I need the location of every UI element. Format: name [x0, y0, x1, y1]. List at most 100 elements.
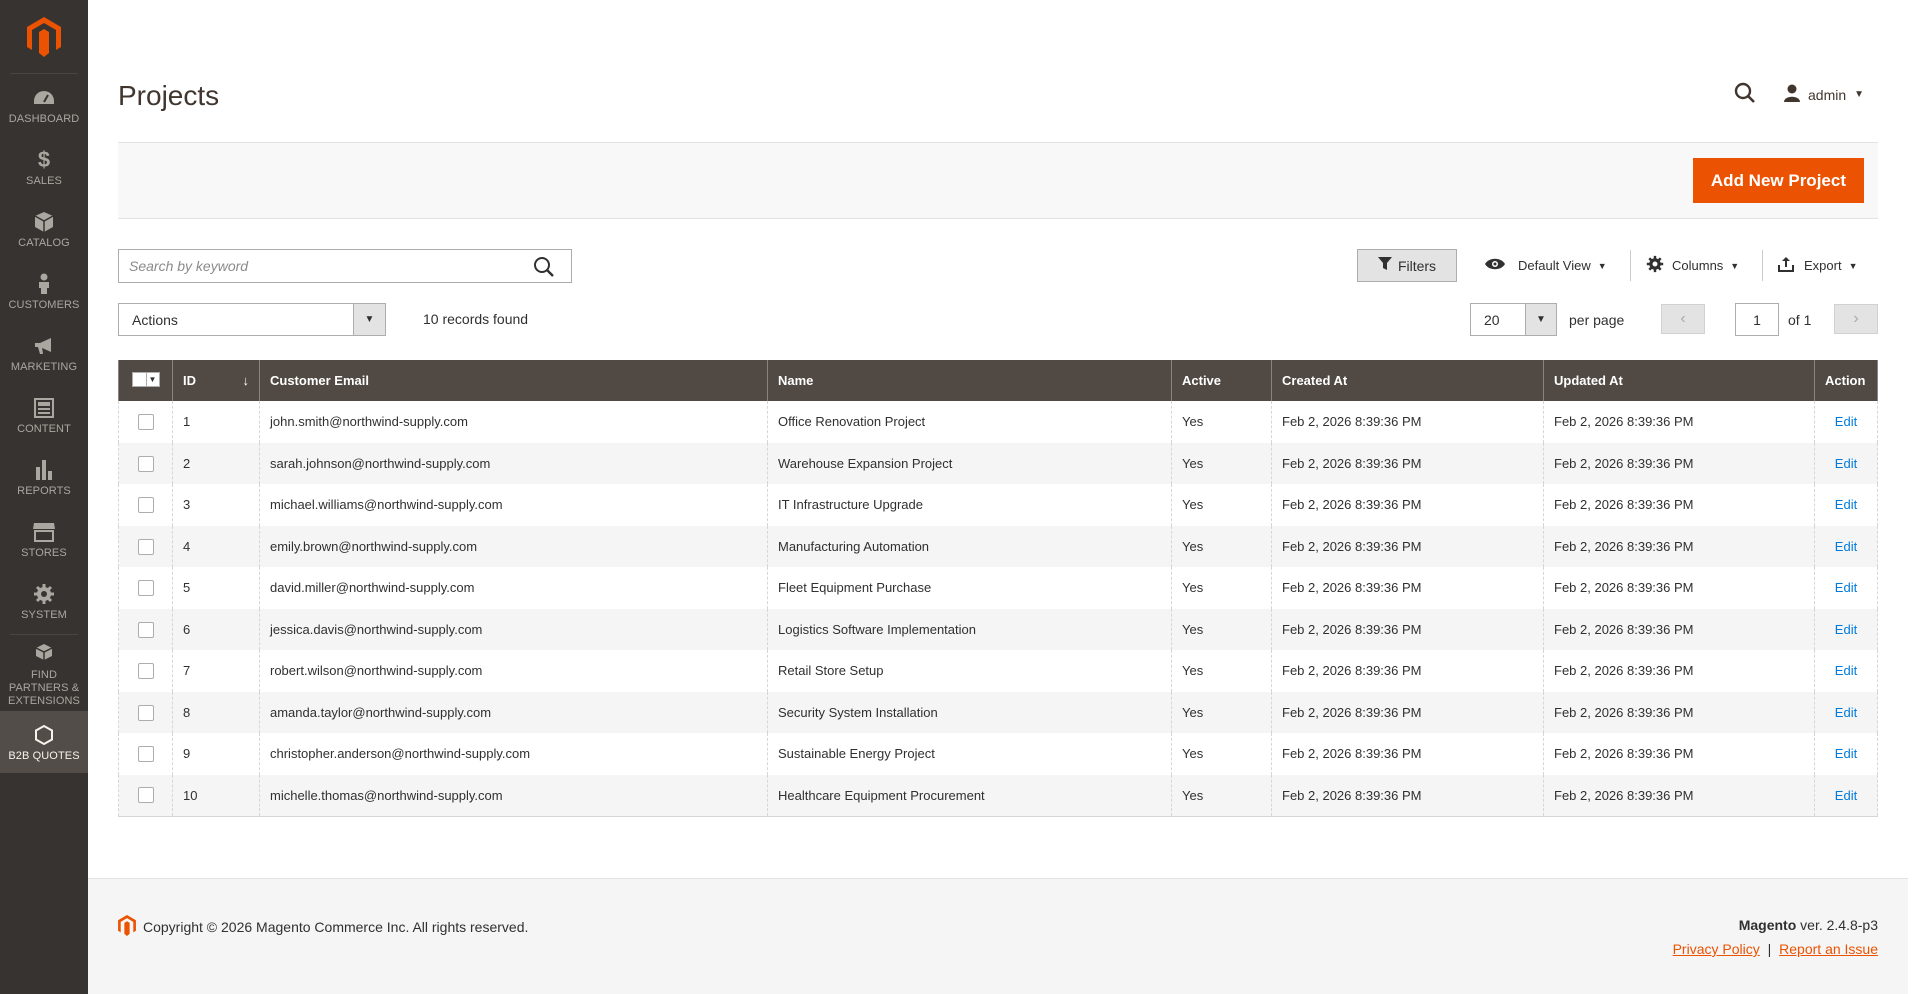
- dashboard-icon: [33, 85, 55, 111]
- cell-created-at: Feb 2, 2026 8:39:36 PM: [1271, 608, 1544, 650]
- cell-select: [118, 484, 173, 526]
- column-header-email[interactable]: Customer Email: [259, 360, 768, 401]
- row-checkbox[interactable]: [137, 704, 154, 721]
- column-header-created[interactable]: Created At: [1271, 360, 1544, 401]
- sidebar-item-label: B2B Quotes: [8, 749, 80, 762]
- column-header-name[interactable]: Name: [767, 360, 1172, 401]
- table-row[interactable]: 5 david.miller@northwind-supply.com Fleet …: [118, 567, 1878, 609]
- next-page-button[interactable]: ›: [1834, 304, 1878, 334]
- column-header-id[interactable]: ID ↓: [172, 360, 260, 401]
- keyword-search: [118, 249, 572, 283]
- eye-icon: [1484, 257, 1506, 274]
- columns-label: Columns: [1672, 258, 1724, 273]
- sidebar-item-reports[interactable]: Reports: [0, 446, 88, 508]
- export-dropdown[interactable]: Export ▼: [1778, 249, 1858, 282]
- previous-page-button[interactable]: ‹: [1661, 304, 1705, 334]
- table-row[interactable]: 6 jessica.davis@northwind-supply.com Logis…: [118, 608, 1878, 650]
- cell-id: 8: [172, 691, 260, 733]
- row-checkbox[interactable]: [137, 538, 154, 555]
- table-row[interactable]: 2 sarah.johnson@northwind-supply.com Wareh…: [118, 442, 1878, 484]
- cell-select: [118, 691, 173, 733]
- edit-link[interactable]: Edit: [1835, 456, 1857, 471]
- row-checkbox[interactable]: [137, 787, 154, 804]
- sidebar-item-customers[interactable]: Customers: [0, 260, 88, 322]
- row-checkbox[interactable]: [137, 414, 154, 431]
- cell-email: michael.williams@northwind-supply.com: [259, 484, 768, 526]
- cell-name: Healthcare Equipment Procurement: [767, 774, 1172, 817]
- row-checkbox[interactable]: [137, 497, 154, 514]
- sidebar-item-dashboard[interactable]: Dashboard: [0, 74, 88, 136]
- default-view-dropdown[interactable]: Default View ▼: [1484, 249, 1607, 282]
- row-checkbox[interactable]: [137, 621, 154, 638]
- content-icon: [34, 395, 54, 421]
- sidebar-item-content[interactable]: Content: [0, 384, 88, 446]
- cell-select: [118, 567, 173, 609]
- sidebar-item-sales[interactable]: $ Sales: [0, 136, 88, 198]
- admin-username: admin: [1808, 86, 1847, 103]
- sidebar-item-system[interactable]: System: [0, 570, 88, 632]
- gear-icon: [1646, 255, 1664, 276]
- privacy-policy-link[interactable]: Privacy Policy: [1673, 941, 1760, 957]
- cell-active: Yes: [1171, 484, 1272, 526]
- column-header-updated[interactable]: Updated At: [1543, 360, 1815, 401]
- search-input[interactable]: [119, 250, 519, 282]
- per-page-label: per page: [1569, 312, 1625, 328]
- table-row[interactable]: 10 michelle.thomas@northwind-supply.com He…: [118, 774, 1878, 817]
- table-row[interactable]: 4 emily.brown@northwind-supply.com Manufac…: [118, 525, 1878, 567]
- mass-select-header: ▼: [118, 360, 173, 401]
- current-page-input[interactable]: [1735, 303, 1779, 336]
- footer-links: Privacy Policy | Report an Issue: [1673, 941, 1878, 957]
- mass-select-dropdown[interactable]: ▼: [131, 372, 160, 387]
- cell-email: amanda.taylor@northwind-supply.com: [259, 691, 768, 733]
- column-header-active[interactable]: Active: [1171, 360, 1272, 401]
- sidebar-item-stores[interactable]: Stores: [0, 508, 88, 570]
- store-icon: [32, 519, 56, 545]
- cell-action: Edit: [1814, 442, 1878, 484]
- search-icon[interactable]: [533, 256, 555, 283]
- per-page-select[interactable]: 20 ▼: [1470, 303, 1557, 336]
- chevron-down-icon: ▼: [1730, 260, 1740, 271]
- mass-actions-select[interactable]: Actions ▼: [118, 303, 386, 336]
- sidebar-item-find-partners[interactable]: Find Partners & Extensions: [0, 637, 88, 711]
- grid-header-row: ▼ ID ↓ Customer Email Name Active Created…: [118, 360, 1878, 401]
- sidebar-item-marketing[interactable]: Marketing: [0, 322, 88, 384]
- edit-link[interactable]: Edit: [1835, 663, 1857, 678]
- cell-name: Security System Installation: [767, 691, 1172, 733]
- row-checkbox[interactable]: [137, 580, 154, 597]
- table-row[interactable]: 1 john.smith@northwind-supply.com Office R…: [118, 401, 1878, 443]
- cell-id: 1: [172, 401, 260, 443]
- admin-user-menu[interactable]: admin ▼: [1784, 84, 1864, 105]
- table-row[interactable]: 8 amanda.taylor@northwind-supply.com Secur…: [118, 691, 1878, 733]
- sidebar-item-catalog[interactable]: Catalog: [0, 198, 88, 260]
- cell-action: Edit: [1814, 608, 1878, 650]
- magento-logo[interactable]: [10, 0, 78, 74]
- row-checkbox[interactable]: [137, 455, 154, 472]
- chevron-down-icon: ▼: [1854, 89, 1865, 100]
- add-new-project-button[interactable]: Add New Project: [1692, 158, 1864, 203]
- table-row[interactable]: 9 christopher.anderson@northwind-supply.c…: [118, 733, 1878, 775]
- edit-link[interactable]: Edit: [1835, 788, 1857, 803]
- report-issue-link[interactable]: Report an Issue: [1779, 941, 1878, 957]
- cell-email: emily.brown@northwind-supply.com: [259, 525, 768, 567]
- edit-link[interactable]: Edit: [1835, 705, 1857, 720]
- cell-active: Yes: [1171, 442, 1272, 484]
- table-row[interactable]: 7 robert.wilson@northwind-supply.com Retai…: [118, 650, 1878, 692]
- global-search-icon[interactable]: [1734, 82, 1756, 109]
- edit-link[interactable]: Edit: [1835, 622, 1857, 637]
- edit-link[interactable]: Edit: [1835, 539, 1857, 554]
- row-checkbox[interactable]: [137, 746, 154, 763]
- columns-dropdown[interactable]: Columns ▼: [1646, 249, 1739, 282]
- cell-name: Retail Store Setup: [767, 650, 1172, 692]
- filters-button[interactable]: Filters: [1357, 249, 1457, 282]
- cell-select: [118, 650, 173, 692]
- sidebar-item-b2b-quotes[interactable]: B2B Quotes: [0, 711, 88, 773]
- sidebar-divider: [10, 634, 78, 635]
- hexagon-icon: [35, 722, 53, 748]
- table-row[interactable]: 3 michael.williams@northwind-supply.com IT…: [118, 484, 1878, 526]
- edit-link[interactable]: Edit: [1835, 746, 1857, 761]
- edit-link[interactable]: Edit: [1835, 414, 1857, 429]
- edit-link[interactable]: Edit: [1835, 580, 1857, 595]
- sidebar-item-label: Reports: [17, 484, 71, 497]
- edit-link[interactable]: Edit: [1835, 497, 1857, 512]
- row-checkbox[interactable]: [137, 663, 154, 680]
